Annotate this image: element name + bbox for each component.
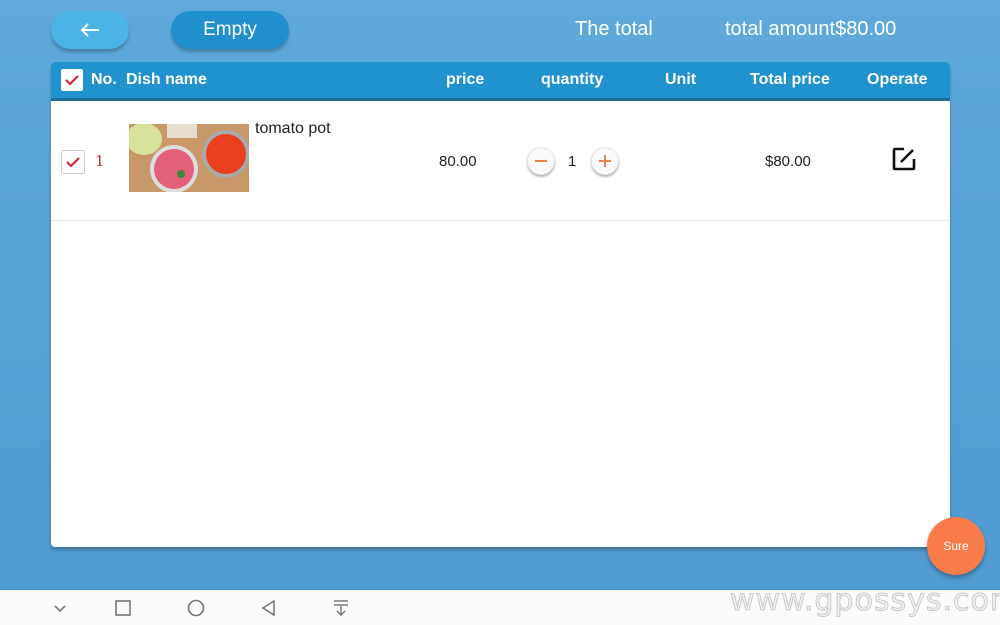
square-icon[interactable] — [113, 598, 133, 618]
col-dish-name: Dish name — [126, 71, 207, 88]
minus-icon — [535, 160, 547, 162]
total-price-value: $80.00 — [765, 153, 811, 170]
decrease-quantity-button[interactable] — [527, 147, 555, 175]
back-button[interactable] — [51, 11, 129, 49]
col-price: price — [446, 71, 485, 88]
dish-image — [129, 124, 249, 192]
increase-quantity-button[interactable] — [591, 147, 619, 175]
edit-icon — [892, 147, 916, 171]
col-operate: Operate — [867, 71, 928, 88]
check-icon — [66, 157, 80, 168]
row-number: 1 — [95, 152, 105, 170]
pull-down-icon[interactable] — [331, 598, 351, 618]
total-label: The total — [575, 18, 653, 40]
quantity-value: 1 — [568, 153, 577, 170]
dish-name: tomato pot — [255, 120, 331, 137]
row-checkbox[interactable] — [61, 150, 85, 174]
total-amount: total amount$80.00 — [725, 18, 897, 40]
col-unit: Unit — [665, 71, 697, 88]
table-header: No. Dish name price quantity Unit Total … — [51, 62, 950, 101]
plus-icon — [599, 155, 611, 167]
check-icon — [65, 75, 79, 86]
sure-button[interactable]: Sure — [927, 517, 985, 575]
col-total-price: Total price — [750, 71, 830, 88]
watermark: www.gpossys.com — [729, 583, 1000, 619]
chevron-down-icon[interactable] — [50, 598, 70, 618]
empty-button[interactable]: Empty — [171, 11, 289, 49]
cart-table: No. Dish name price quantity Unit Total … — [51, 62, 950, 547]
table-row: 1 tomato pot 80.00 1 $80.00 — [51, 101, 950, 221]
select-all-checkbox[interactable] — [61, 69, 83, 91]
price-value: 80.00 — [439, 153, 477, 170]
back-triangle-icon[interactable] — [259, 598, 279, 618]
col-quantity: quantity — [541, 71, 604, 88]
col-no: No. — [91, 71, 117, 88]
arrow-left-icon — [80, 23, 99, 37]
edit-button[interactable] — [891, 146, 917, 172]
circle-icon[interactable] — [186, 598, 206, 618]
